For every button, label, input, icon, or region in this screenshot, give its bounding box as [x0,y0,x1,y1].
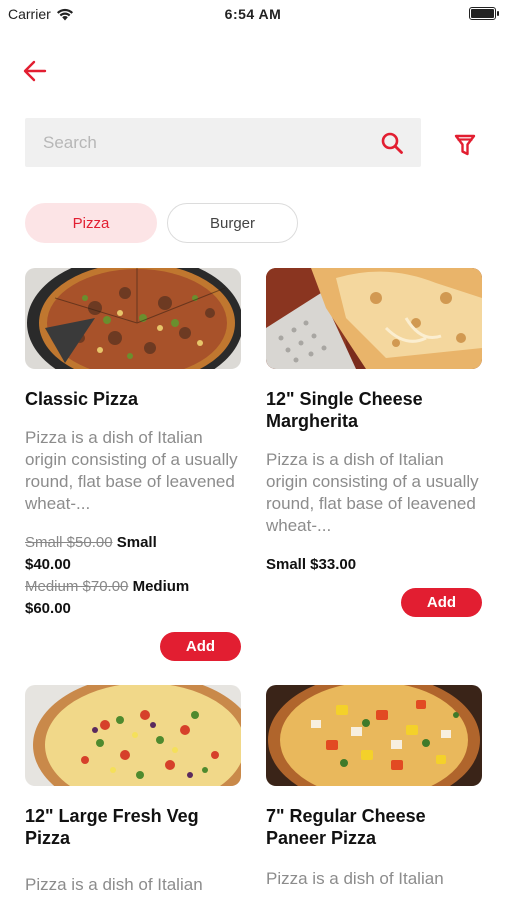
filter-icon [454,134,476,156]
product-description: Pizza is a dish of Italian origin consis… [266,450,479,535]
product-card[interactable]: 12" Large Fresh Veg Pizza Pizza is a dis… [25,685,241,900]
status-bar: Carrier 6:54 AM [0,0,506,28]
product-description: Pizza is a dish of Italian [25,875,203,894]
old-price: Small $50.00 [25,534,113,551]
product-description: Pizza is a dish of Italian [266,869,444,888]
back-button[interactable] [20,58,50,84]
product-title: 12" Large Fresh Veg Pizza [25,806,199,848]
search-icon[interactable] [379,130,405,156]
search-bar [25,118,421,167]
product-title: Classic Pizza [25,389,139,409]
search-input[interactable] [43,132,379,153]
product-card[interactable]: 7" Regular Cheese Paneer Pizza Pizza is … [266,685,482,900]
price-line: Small $50.00 Small [25,532,241,554]
product-image [266,685,482,786]
add-button[interactable]: Add [401,588,482,617]
old-price: Medium $70.00 [25,578,129,595]
chip-label: Pizza [72,214,110,232]
size-label: Medium [132,578,190,595]
price-value: Small $33.00 [266,556,357,573]
product-title: 7" Regular Cheese Paneer Pizza [266,806,426,848]
product-card[interactable]: Classic Pizza Pizza is a dish of Italian… [25,268,241,663]
price-line: Medium $70.00 Medium [25,576,241,598]
battery-icon [469,7,499,20]
size-label: Small [116,534,157,551]
category-chips: Pizza Burger [25,203,298,243]
filter-button[interactable] [450,130,480,160]
chip-burger[interactable]: Burger [167,203,298,243]
add-button[interactable]: Add [160,632,241,661]
price-value: $60.00 [25,600,71,617]
product-image [25,268,241,369]
product-card[interactable]: 12" Single Cheese Margherita Pizza is a … [266,268,482,618]
status-time: 6:54 AM [224,6,282,22]
price-value: $40.00 [25,556,71,573]
price-list: Small $50.00 Small $40.00 Medium $70.00 … [25,532,241,620]
product-image [25,685,241,786]
product-title: 12" Single Cheese Margherita [266,389,423,431]
product-image [266,268,482,369]
chip-label: Burger [209,214,256,232]
chip-pizza[interactable]: Pizza [25,203,157,243]
product-description: Pizza is a dish of Italian origin consis… [25,428,238,513]
arrow-left-icon [23,60,47,82]
price-list: Small $33.00 [266,554,482,576]
